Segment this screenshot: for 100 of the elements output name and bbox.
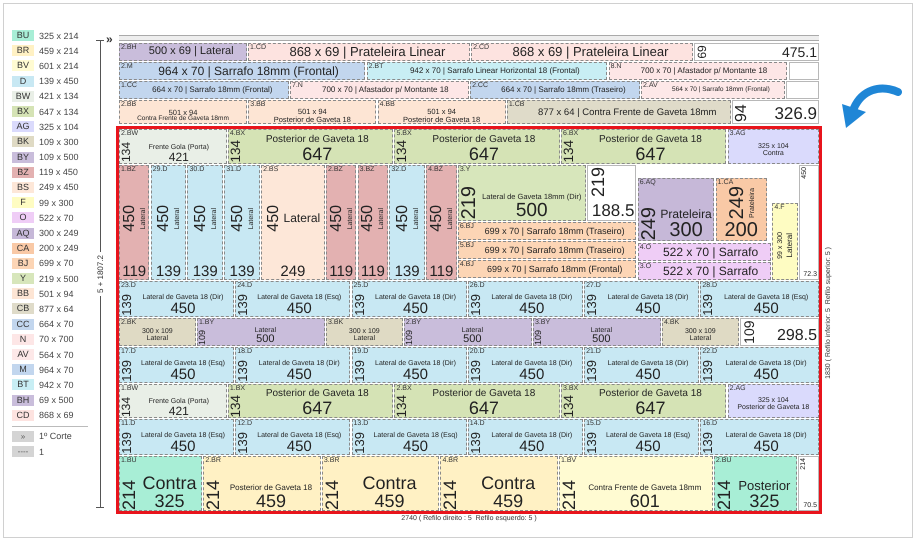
legend-size: 219 x 500 — [39, 274, 79, 284]
piece-code-tag: BK — [12, 136, 34, 148]
piece-name: Contra — [362, 474, 417, 492]
piece-height: 219 — [458, 186, 479, 220]
piece-height: 450 — [156, 204, 172, 232]
piece-length: 325 — [154, 492, 185, 510]
piece-height: 139 — [468, 360, 482, 382]
piece-height: 139 — [352, 294, 366, 316]
piece-size: 699 x 70 | Sarrafo 18mm (Traseiro) — [484, 246, 625, 255]
piece-size: 664 x 70 | Sarrafo 18mm (Frontal) — [152, 86, 272, 94]
legend-size: 109 x 500 — [39, 152, 79, 162]
piece-height: 219 — [588, 166, 609, 197]
piece-code-tag: BW — [12, 90, 34, 102]
piece-name: Posterior de Gaveta 18 — [432, 134, 536, 145]
piece-height: 139 — [585, 360, 598, 382]
piece-size: 868 x 69 | Prateleira Linear — [512, 45, 668, 58]
piece-length: 326.9 — [774, 105, 817, 122]
piece-length: 450 — [403, 300, 428, 316]
piece-code-tag: AV — [12, 349, 34, 360]
piece-size: 964 x 70 | Sarrafo 18mm (Frontal) — [158, 64, 339, 77]
piece-height: 109 — [742, 320, 756, 344]
piece-height: 450 — [428, 204, 445, 232]
piece-length: 459 — [256, 492, 286, 510]
legend-size: 647 x 134 — [39, 106, 79, 117]
piece-length: 601 — [630, 492, 660, 510]
piece-height: 139 — [120, 360, 133, 382]
piece-name: Prateleira — [660, 208, 712, 220]
legend-size: 522 x 70 — [39, 212, 74, 223]
piece-length: 647 — [302, 399, 332, 418]
piece-height: 139 — [352, 360, 366, 382]
piece-height: 214 — [322, 480, 341, 510]
piece-height: 214 — [120, 480, 138, 510]
piece-length: 475.1 — [782, 45, 817, 59]
piece-length: 300 — [669, 220, 703, 240]
piece-length: 139 — [394, 264, 421, 279]
piece-code-tag: BT — [12, 379, 34, 390]
piece-length: 450 — [754, 366, 779, 382]
legend-size: 325 x 104 — [39, 122, 79, 132]
piece-length: 450 — [754, 438, 779, 454]
legend-text: 1º Corte — [39, 431, 72, 442]
piece-code-tag: CB — [12, 303, 34, 314]
piece-name: Posterior de Gaveta 18 — [230, 484, 312, 492]
piece-code-tag: N — [12, 334, 34, 345]
key-symbol: ---- — [12, 446, 34, 458]
piece-height: 139 — [585, 432, 598, 454]
piece-height: 450 — [328, 204, 345, 232]
piece-length: 500 — [516, 200, 548, 220]
piece-size: 868 x 69 | Prateleira Linear — [289, 45, 446, 58]
piece-length: 459 — [493, 492, 524, 510]
piece-height: 214 — [560, 480, 578, 510]
piece-height: 134 — [120, 142, 132, 162]
piece-code-tag: BU — [12, 30, 34, 42]
legend-size: 69 x 500 — [39, 395, 74, 406]
piece-height: 139 — [120, 294, 133, 316]
piece-height: 214 — [441, 480, 460, 510]
piece-size: 500 x 69 | Lateral — [148, 46, 234, 58]
piece-length: 647 — [302, 144, 332, 162]
piece-length: 200 — [724, 220, 759, 240]
piece-size: 700 x 70 | Afastador p/ Montante 18 — [322, 86, 449, 94]
legend-size: 300 x 249 — [39, 228, 79, 238]
piece-length: 450 — [636, 366, 661, 382]
piece-code-tag: BJ — [12, 258, 34, 269]
piece-length: 119 — [328, 264, 354, 279]
piece-height: 139 — [236, 294, 250, 316]
dimension-label: 5 + 1807.2 — [96, 254, 104, 296]
piece-height: 134 — [562, 394, 576, 418]
legend-size: 877 x 64 — [39, 304, 74, 314]
piece-height: 134 — [395, 140, 409, 162]
piece-length: 139 — [192, 264, 219, 279]
piece-height: 139 — [701, 432, 714, 454]
piece-length: 325 — [749, 492, 780, 510]
piece-name: Posterior de Gaveta 18 — [432, 389, 536, 400]
piece-code-tag: BV — [12, 60, 34, 72]
piece-height: 450 — [192, 204, 209, 232]
piece-code-tag: Y — [12, 273, 34, 284]
piece-name: Contra — [481, 474, 536, 492]
piece-name: Posterior de Gaveta 18 — [266, 389, 369, 400]
piece-length: 421 — [168, 405, 189, 418]
piece-length: 450 — [754, 300, 779, 316]
piece-code-tag: O — [12, 212, 34, 224]
legend-size: 868 x 69 — [39, 410, 74, 420]
piece-name: Lateral — [284, 212, 320, 224]
legend-size: 699 x 70 — [39, 258, 74, 268]
piece-length: 450 — [519, 366, 544, 382]
piece-length: 450 — [636, 300, 661, 316]
legend-size: 99 x 300 — [39, 198, 74, 208]
piece-code-tag: BZ — [12, 166, 34, 178]
legend-size: 564 x 70 — [39, 350, 74, 360]
legend-size: 109 x 300 — [39, 136, 79, 147]
piece-height: 139 — [468, 294, 482, 316]
piece-name: Contra — [142, 474, 197, 492]
piece-length: 119 — [360, 264, 386, 279]
piece-height: 249 — [726, 186, 747, 220]
piece-code-tag: F — [12, 197, 34, 208]
legend-size: 200 x 249 — [39, 243, 79, 254]
piece-length: 249 — [279, 264, 306, 279]
legend-size: 119 x 450 — [39, 167, 78, 178]
piece-size: 699 x 70 | Sarrafo 18mm (Frontal) — [486, 264, 622, 274]
piece-height: 450 — [360, 204, 376, 232]
piece-length: 647 — [635, 399, 666, 418]
